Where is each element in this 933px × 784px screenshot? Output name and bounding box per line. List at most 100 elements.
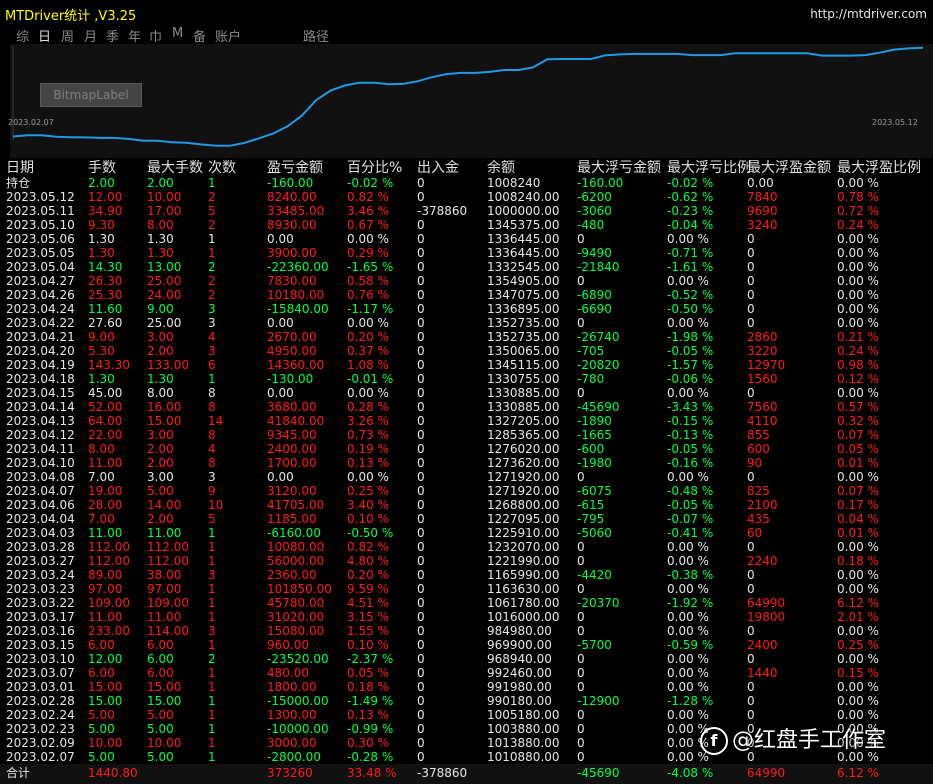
tab-account[interactable]: 账户 — [215, 26, 241, 45]
cell-max-float-loss-pct: 0.00 % — [667, 624, 709, 638]
cell-max-float-loss: -5700 — [577, 638, 612, 652]
cell-date: 2023.04.13 — [6, 414, 75, 428]
cell-count: 2 — [208, 274, 216, 288]
cell-max-float-profit: 0 — [747, 302, 755, 316]
cell-max-float-loss-pct: -0.52 % — [667, 288, 714, 302]
cell-lots: 7.00 — [88, 512, 115, 526]
cell-max-lots: 11.00 — [147, 526, 182, 540]
cell-lots: 8.00 — [88, 442, 115, 456]
cell-balance: 1163630.00 — [487, 582, 560, 596]
cell-date: 2023.04.27 — [6, 274, 75, 288]
cell-lots: 1.30 — [88, 232, 115, 246]
cell-percent: 3.46 % — [347, 204, 389, 218]
tab-comment[interactable]: 备 — [193, 26, 206, 45]
cell-lots: 28.00 — [88, 498, 123, 512]
cell-max-float-profit-pct: 0.17 % — [837, 498, 879, 512]
cell-percent: 1.08 % — [347, 358, 389, 372]
cell-balance: 1332545.00 — [487, 260, 560, 274]
cell-max-float-profit: 60 — [747, 526, 763, 540]
tab-year[interactable]: 年 — [128, 26, 141, 45]
cell-max-lots: 17.00 — [147, 204, 182, 218]
cell-deposit: 0 — [417, 610, 425, 624]
cell-profit: 480.00 — [267, 666, 309, 680]
tab-day[interactable]: 日 — [38, 26, 51, 45]
table-row: 2023.05.10 9.30 8.00 2 8930.00 0.67 % 0 1345375… — [0, 218, 933, 232]
cell-balance: 1271920.00 — [487, 470, 560, 484]
cell-max-lots: 1.30 — [147, 246, 174, 260]
cell-max-float-loss: -1980 — [577, 456, 612, 470]
cell-profit: -15840.00 — [267, 302, 329, 316]
cell-deposit: 0 — [417, 330, 425, 344]
cell-percent: 0.82 % — [347, 190, 389, 204]
cell-lots: 11.60 — [88, 302, 123, 316]
header-date: 日期 — [6, 160, 34, 176]
cell-date: 2023.04.10 — [6, 456, 75, 470]
cell-count: 8 — [208, 400, 216, 414]
cell-max-float-loss-pct: 0.00 % — [667, 274, 709, 288]
tab-symbol[interactable]: 巾 — [149, 26, 162, 45]
cell-balance: 1350065.00 — [487, 344, 560, 358]
cell-max-float-loss-pct: -1.28 % — [667, 694, 714, 708]
cell-balance: 1273620.00 — [487, 456, 560, 470]
total-row: 合计 1440.80 373260 33.48 % -378860 -45690… — [0, 764, 933, 784]
cell-max-float-loss-pct: -0.07 % — [667, 512, 714, 526]
cell-balance: 1165990.00 — [487, 568, 560, 582]
cell-profit: 41705.00 — [267, 498, 325, 512]
table-row: 2023.04.03 11.00 11.00 1 -6160.00 -0.50 % 0 122… — [0, 526, 933, 540]
table-row: 2023.03.10 12.00 6.00 2 -23520.00 -2.37 % 0 968… — [0, 652, 933, 666]
website-link[interactable]: http://mtdriver.com — [810, 7, 927, 21]
tab-week[interactable]: 周 — [61, 26, 74, 45]
tab-magic[interactable]: M — [172, 26, 183, 41]
cell-max-float-loss: 0 — [577, 582, 585, 596]
cell-max-float-loss: -3060 — [577, 204, 612, 218]
cell-percent: 0.58 % — [347, 274, 389, 288]
tab-path[interactable]: 路径 — [303, 26, 329, 45]
cell-percent: 0.82 % — [347, 540, 389, 554]
cell-max-float-loss: -4420 — [577, 568, 612, 582]
cell-date: 2023.04.06 — [6, 498, 75, 512]
cell-count: 5 — [208, 512, 216, 526]
cell-max-lots: 2.00 — [147, 456, 174, 470]
cell-max-float-profit-pct: 0.00 % — [837, 540, 879, 554]
cell-balance: 1336895.00 — [487, 302, 560, 316]
cell-date: 2023.02.24 — [6, 708, 75, 722]
cell-percent: 4.51 % — [347, 596, 389, 610]
cell-balance: 1061780.00 — [487, 596, 560, 610]
cell-balance: 1227095.00 — [487, 512, 560, 526]
cell-lots: 11.00 — [88, 456, 123, 470]
cell-profit: 8930.00 — [267, 218, 317, 232]
cell-count: 4 — [208, 330, 216, 344]
cell-max-float-loss-pct: 0.00 % — [667, 666, 709, 680]
balance-line — [12, 46, 924, 147]
cell-max-float-profit: 2400 — [747, 638, 778, 652]
tab-summary[interactable]: 综 — [16, 26, 29, 45]
cell-max-float-profit-pct: 0.15 % — [837, 666, 879, 680]
cell-percent: 0.00 % — [347, 470, 389, 484]
cell-date: 2023.04.24 — [6, 302, 75, 316]
cell-profit: -2800.00 — [267, 750, 321, 764]
cell-deposit: 0 — [417, 260, 425, 274]
cell-lots: 34.90 — [88, 204, 123, 218]
cell-count: 1 — [208, 246, 216, 260]
cell-max-float-loss-pct: 0.00 % — [667, 708, 709, 722]
cell-deposit: 0 — [417, 218, 425, 232]
cell-balance: 1330885.00 — [487, 400, 560, 414]
cell-max-float-loss-pct: 0.00 % — [667, 316, 709, 330]
cell-balance: 1008240.00 — [487, 190, 560, 204]
cell-percent: 0.13 % — [347, 708, 389, 722]
tab-month[interactable]: 月 — [84, 26, 97, 45]
cell-balance: 1013880.00 — [487, 736, 560, 750]
cell-balance: 992460.00 — [487, 666, 552, 680]
tab-quarter[interactable]: 季 — [106, 26, 119, 45]
cell-max-float-profit: 2240 — [747, 554, 778, 568]
cell-max-float-profit-pct: 0.00 % — [837, 624, 879, 638]
table-row: 2023.03.28 112.00 112.00 1 10080.00 0.82 % 0 12… — [0, 540, 933, 554]
cell-count: 1 — [208, 540, 216, 554]
cell-max-float-profit: 0 — [747, 274, 755, 288]
cell-date: 2023.04.14 — [6, 400, 75, 414]
cell-percent: -0.28 % — [347, 750, 394, 764]
cell-deposit: 0 — [417, 344, 425, 358]
cell-max-float-loss-pct: -0.23 % — [667, 204, 714, 218]
cell-max-float-loss: -12900 — [577, 694, 620, 708]
cell-max-float-loss: 0 — [577, 232, 585, 246]
